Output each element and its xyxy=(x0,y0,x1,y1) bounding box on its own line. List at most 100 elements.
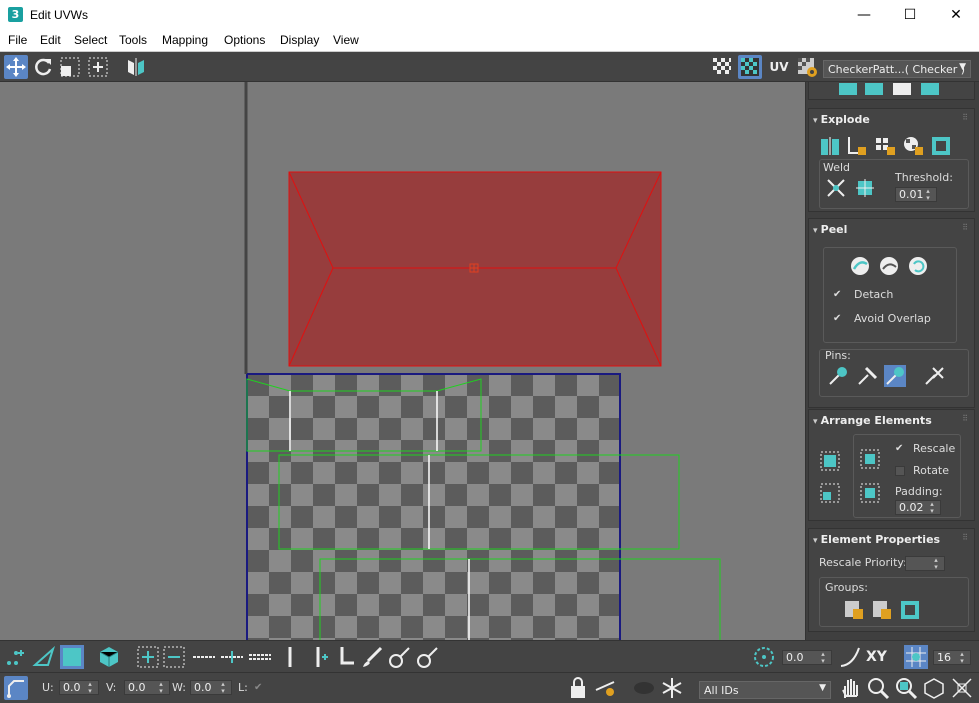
freeform-tool-button[interactable] xyxy=(86,55,110,79)
uv-axis-button[interactable]: UV xyxy=(766,55,792,79)
xy-axis-button[interactable]: XY xyxy=(866,645,890,669)
lock-icon[interactable] xyxy=(566,676,590,700)
rotate-checkbox[interactable] xyxy=(895,466,905,476)
shrink-selection-icon[interactable] xyxy=(162,645,186,669)
minimize-button[interactable]: — xyxy=(841,0,887,30)
stitch-icon[interactable] xyxy=(837,82,859,101)
weld-target-icon[interactable] xyxy=(854,177,876,199)
material-ids-dropdown[interactable]: All IDs ▼ xyxy=(699,681,831,699)
ring-selection-icon[interactable] xyxy=(192,645,216,669)
flatten-by-smoothing-icon[interactable] xyxy=(902,135,924,157)
grow-ring-icon[interactable] xyxy=(220,645,244,669)
pack-custom-icon[interactable] xyxy=(859,448,881,470)
texture-dropdown-value: CheckerPatt...( Checker ) xyxy=(828,63,966,76)
gear-checker-icon xyxy=(798,58,817,77)
scale-tool-button[interactable] xyxy=(58,55,82,79)
detach-checkbox[interactable]: ✔ xyxy=(833,290,843,300)
relax-icon[interactable] xyxy=(891,82,913,101)
uv-viewport[interactable] xyxy=(0,82,806,640)
maximize-button[interactable]: ☐ xyxy=(887,0,933,30)
zoom-selected-icon[interactable] xyxy=(950,676,974,700)
angle-spinner[interactable]: 0.0 xyxy=(782,650,832,665)
paint-grow-icon[interactable] xyxy=(388,645,412,669)
texture-dropdown[interactable]: CheckerPatt...( Checker ) ▼ xyxy=(823,60,971,78)
lock-uv-checkbox[interactable]: ✔ xyxy=(254,683,264,693)
unpin-selected-icon[interactable] xyxy=(884,365,906,387)
shrink-loop-icon[interactable] xyxy=(334,645,358,669)
element-mode-icon[interactable] xyxy=(97,645,121,669)
pack-normalize-icon[interactable] xyxy=(819,450,841,472)
auto-pin-icon[interactable] xyxy=(923,365,945,387)
u-spinner[interactable]: 0.0 xyxy=(59,680,99,695)
pan-icon[interactable] xyxy=(838,676,862,700)
checker-map-button[interactable] xyxy=(738,55,762,79)
rotate-tool-button[interactable] xyxy=(31,55,55,79)
face-mode-icon[interactable] xyxy=(60,645,84,669)
v-spinner[interactable]: 0.0 xyxy=(124,680,170,695)
pack-icon[interactable] xyxy=(919,82,941,101)
visibility-icon[interactable] xyxy=(594,676,618,700)
shrink-ring-icon[interactable] xyxy=(248,645,272,669)
zoom-icon[interactable] xyxy=(866,676,890,700)
menu-display[interactable]: Display xyxy=(280,33,319,47)
grip-icon: ⠿ xyxy=(962,533,968,542)
menu-options[interactable]: Options xyxy=(224,33,265,47)
falloff-curve-icon[interactable] xyxy=(838,645,862,669)
groups-label: Groups: xyxy=(825,581,868,594)
move-tool-button[interactable] xyxy=(4,55,28,79)
threshold-spinner[interactable]: 0.01 xyxy=(895,187,937,202)
hide-icon[interactable] xyxy=(632,676,656,700)
rescale-priority-spinner[interactable] xyxy=(905,556,945,571)
close-button[interactable]: ✕ xyxy=(933,0,979,30)
flatten-by-polygon-icon[interactable] xyxy=(874,135,896,157)
edge-mode-icon[interactable] xyxy=(32,645,56,669)
rescale-checkbox[interactable]: ✔ xyxy=(895,444,905,454)
quick-peel-icon[interactable] xyxy=(849,255,871,277)
reset-peel-icon[interactable] xyxy=(907,255,929,277)
menu-mapping[interactable]: Mapping xyxy=(162,33,208,47)
peel-mode-icon[interactable] xyxy=(878,255,900,277)
break-icon[interactable] xyxy=(819,135,841,157)
group-selected-icon[interactable] xyxy=(843,599,865,621)
edit-pins-icon[interactable] xyxy=(827,365,849,387)
padding-spinner[interactable]: 0.02 xyxy=(895,500,941,515)
grow-loop-icon[interactable] xyxy=(306,645,330,669)
rollout-top-partial xyxy=(808,82,975,100)
menu-file[interactable]: File xyxy=(8,33,27,47)
pack-custom-2-icon[interactable] xyxy=(859,482,881,504)
pack-together-icon[interactable] xyxy=(819,482,841,504)
uv-canvas[interactable] xyxy=(0,82,806,640)
peel-title[interactable]: Peel xyxy=(813,223,848,236)
zoom-region-icon[interactable] xyxy=(894,676,918,700)
flatten-by-angle-icon[interactable] xyxy=(846,135,868,157)
menu-select[interactable]: Select xyxy=(74,33,107,47)
mirror-tool-button[interactable] xyxy=(124,55,148,79)
vertex-mode-icon[interactable] xyxy=(4,645,28,669)
loop-selection-icon[interactable] xyxy=(278,645,302,669)
weld-selected-icon[interactable] xyxy=(825,177,847,199)
menu-edit[interactable]: Edit xyxy=(40,33,61,47)
ungroup-selected-icon[interactable] xyxy=(871,599,893,621)
element-props-title[interactable]: Element Properties xyxy=(813,533,940,546)
flatten-by-material-icon[interactable] xyxy=(930,135,952,157)
menu-tools[interactable]: Tools xyxy=(119,33,147,47)
checker-toggle-button[interactable] xyxy=(710,55,734,79)
freeze-icon[interactable] xyxy=(660,676,684,700)
texture-settings-button[interactable] xyxy=(795,55,819,79)
menu-view[interactable]: View xyxy=(333,33,359,47)
soft-selection-icon[interactable] xyxy=(752,645,776,669)
grid-spinner[interactable]: 16 xyxy=(933,650,971,665)
explode-title[interactable]: Explode xyxy=(813,113,870,126)
absolute-offset-toggle-icon[interactable] xyxy=(4,676,28,700)
grid-snap-icon[interactable] xyxy=(904,645,928,669)
group-select-icon[interactable] xyxy=(899,599,921,621)
avoid-overlap-checkbox[interactable]: ✔ xyxy=(833,314,843,324)
paint-select-icon[interactable] xyxy=(360,645,384,669)
flatten-icon[interactable] xyxy=(863,82,885,101)
arrange-title[interactable]: Arrange Elements xyxy=(813,414,932,427)
w-spinner[interactable]: 0.0 xyxy=(190,680,232,695)
zoom-extents-icon[interactable] xyxy=(922,676,946,700)
pin-selected-icon[interactable] xyxy=(856,365,878,387)
grow-selection-icon[interactable] xyxy=(136,645,160,669)
paint-shrink-icon[interactable] xyxy=(416,645,440,669)
